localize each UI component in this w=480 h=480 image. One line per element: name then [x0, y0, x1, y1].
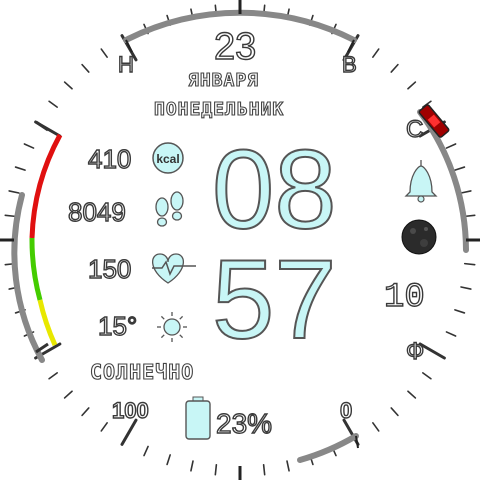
- scale-right-label: 0: [339, 398, 353, 423]
- steps-value: 8049: [67, 197, 126, 227]
- minute-tick: [143, 445, 149, 457]
- minute-tick: [372, 422, 380, 432]
- minute-tick: [8, 190, 20, 194]
- weather-condition: СОЛНЕЧНО: [89, 360, 195, 384]
- minute-tick: [100, 48, 108, 58]
- compass-south: С: [405, 116, 424, 143]
- minute-tick: [445, 331, 457, 337]
- hour-tick: [120, 418, 138, 446]
- sun-icon: [157, 312, 187, 342]
- minute-tick: [100, 422, 108, 432]
- svg-text:kcal: kcal: [156, 152, 179, 166]
- alarm-bell-icon: [404, 160, 438, 203]
- minute-tick: [390, 407, 399, 417]
- activity-yellow-segment: [37, 299, 58, 347]
- heart-rate-value: 150: [87, 254, 132, 284]
- left-gauge-arc: [11, 192, 45, 363]
- minute-tick: [48, 372, 58, 380]
- sun-ray: [179, 315, 184, 320]
- calories-value: 410: [87, 144, 132, 174]
- minute-tick: [445, 143, 457, 149]
- minute-tick: [407, 81, 417, 90]
- moon-phase-icon: [401, 219, 437, 255]
- minute-tick: [4, 214, 17, 218]
- minute-tick: [407, 390, 417, 399]
- date-month: ЯНВАРЯ: [187, 70, 260, 91]
- minute-tick: [422, 372, 432, 380]
- minute-tick: [262, 463, 266, 476]
- compass-north: Н: [117, 52, 134, 77]
- minute-tick: [463, 262, 476, 266]
- temperature-value: 15°: [97, 311, 138, 341]
- time-hours: 08: [211, 127, 338, 252]
- minute-tick: [63, 81, 73, 90]
- minute-tick: [81, 407, 90, 417]
- sun-ray: [179, 334, 184, 339]
- minute-tick: [48, 100, 58, 108]
- minute-tick: [286, 460, 290, 472]
- minute-tick: [214, 463, 218, 476]
- activity-green-segment: [29, 237, 43, 301]
- scale-left-label: 100: [111, 398, 149, 423]
- heart-pulse-icon: [152, 253, 196, 284]
- kcal-icon: kcal: [152, 142, 184, 174]
- date-weekday: ПОНЕДЕЛЬНИК: [153, 99, 285, 120]
- minute-tick: [372, 48, 380, 58]
- battery-percent: 23%: [215, 408, 273, 439]
- minute-tick: [14, 166, 26, 171]
- sun-ray: [160, 334, 165, 339]
- date-day: 23: [213, 26, 257, 68]
- minute-tick: [460, 190, 472, 194]
- battery-icon: [185, 396, 211, 440]
- activity-red-segment: [29, 133, 63, 239]
- minute-tick: [454, 166, 466, 171]
- compass-east: В: [341, 52, 357, 77]
- minute-tick: [23, 143, 35, 149]
- battery-arc: [297, 433, 359, 463]
- compass-west: Ф: [405, 338, 425, 365]
- time-minutes: 57: [211, 237, 338, 362]
- footsteps-icon: [155, 191, 184, 227]
- minute-tick: [460, 286, 472, 290]
- compass-heading-value: 10: [383, 279, 425, 317]
- minute-tick: [166, 454, 171, 466]
- minute-tick: [190, 460, 194, 472]
- sun-ray: [160, 315, 165, 320]
- minute-tick: [63, 390, 73, 399]
- minute-tick: [390, 63, 399, 73]
- minute-tick: [454, 309, 466, 314]
- minute-tick: [81, 63, 90, 73]
